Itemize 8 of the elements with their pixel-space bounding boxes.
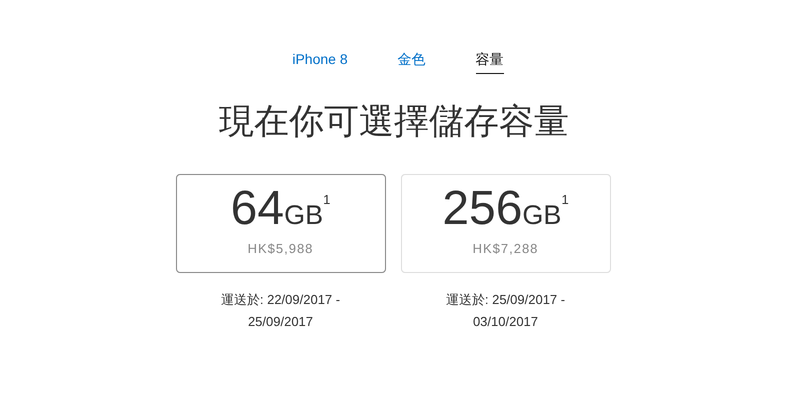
delivery-date: 運送於: 25/09/2017 - 03/10/2017 (444, 291, 566, 331)
step-tab[interactable]: 容量 (476, 50, 504, 74)
capacity-option[interactable]: 64GB$^{1}$ HK$5,988 (176, 174, 386, 273)
step-tab[interactable]: iPhone 8 (292, 50, 348, 74)
step-tab[interactable]: 金色 (398, 50, 426, 74)
page-heading: 現在你可選擇儲存容量 (218, 101, 570, 143)
delivery-date: 運送於: 22/09/2017 - 25/09/2017 (220, 291, 342, 331)
capacity-option[interactable]: 256GB$^{1}$ HK$7,288 (400, 174, 610, 273)
